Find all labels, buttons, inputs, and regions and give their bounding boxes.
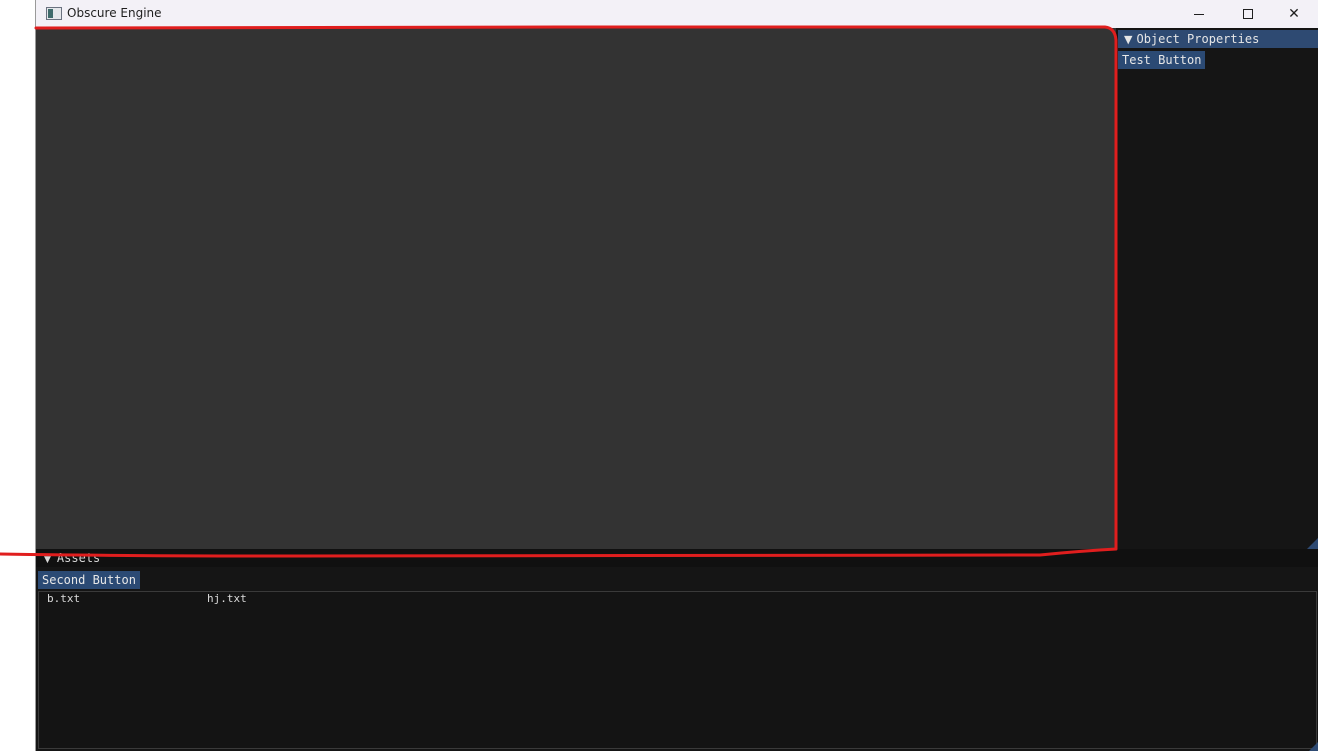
- app-icon: [46, 7, 62, 20]
- resize-grip-icon[interactable]: [1307, 537, 1318, 549]
- maximize-button[interactable]: [1225, 0, 1271, 28]
- assets-header[interactable]: ▼ Assets: [36, 549, 1318, 567]
- test-button[interactable]: Test Button: [1118, 51, 1206, 69]
- collapse-arrow-icon: ▼: [1124, 33, 1133, 46]
- resize-grip-icon[interactable]: [1309, 741, 1318, 751]
- second-button[interactable]: Second Button: [38, 571, 140, 589]
- window-title: Obscure Engine: [67, 6, 162, 20]
- file-item[interactable]: b.txt: [47, 592, 80, 606]
- object-properties-title: Object Properties: [1136, 32, 1260, 46]
- app-window: Obscure Engine ✕ ▼ Object Properties Test…: [35, 0, 1318, 751]
- object-properties-panel: ▼ Object Properties Test Button: [1118, 30, 1318, 549]
- title-bar[interactable]: Obscure Engine ✕: [36, 0, 1318, 28]
- minimize-icon: [1194, 13, 1204, 15]
- close-button[interactable]: ✕: [1271, 0, 1317, 28]
- assets-panel: ▼ Assets Second Button b.txt hj.txt: [36, 549, 1318, 751]
- maximize-icon: [1243, 9, 1253, 19]
- asset-file-list: b.txt hj.txt: [38, 591, 1317, 749]
- scene-viewport[interactable]: [36, 28, 1116, 549]
- assets-title: Assets: [56, 551, 101, 565]
- close-icon: ✕: [1288, 6, 1300, 22]
- object-properties-header[interactable]: ▼ Object Properties: [1118, 30, 1318, 48]
- collapse-arrow-icon: ▼: [44, 555, 51, 565]
- file-item[interactable]: hj.txt: [207, 592, 247, 606]
- minimize-button[interactable]: [1176, 0, 1222, 28]
